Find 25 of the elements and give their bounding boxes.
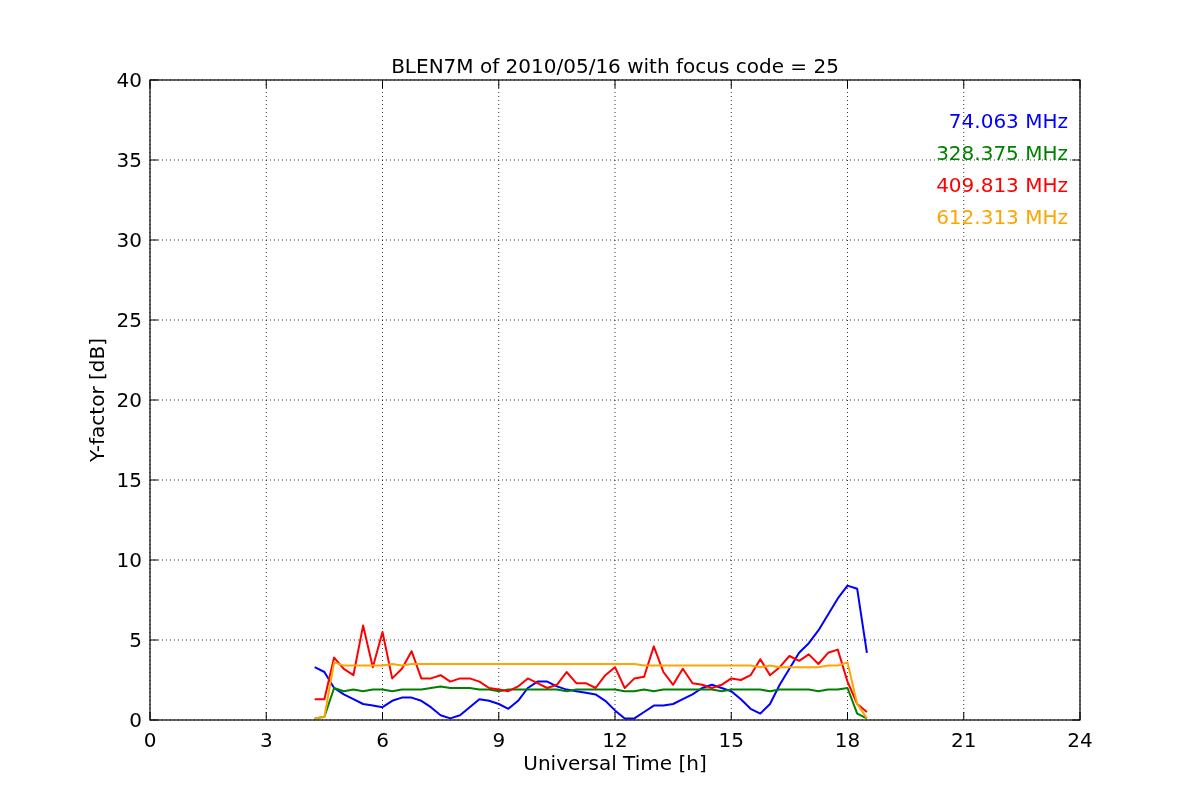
- tick-label: 0: [129, 708, 142, 732]
- tick-label: 30: [116, 228, 142, 252]
- tick-label: 35: [116, 148, 142, 172]
- tick-label: 15: [718, 728, 744, 752]
- axis-title: Y-factor [dB]: [85, 338, 109, 462]
- legend-label: 328.375 MHz: [936, 141, 1068, 165]
- legend-label: 612.313 MHz: [936, 205, 1068, 229]
- tick-label: 5: [129, 628, 142, 652]
- legend-label: 409.813 MHz: [936, 173, 1068, 197]
- tick-label: 0: [143, 728, 157, 752]
- tick-label: 21: [951, 728, 977, 752]
- tick-label: 6: [376, 728, 389, 752]
- tick-label: 10: [116, 548, 142, 572]
- tick-label: 40: [116, 68, 142, 92]
- tick-label: 9: [492, 728, 506, 752]
- tick-label: 25: [116, 308, 142, 332]
- tick-label: 12: [602, 728, 628, 752]
- tick-label: 24: [1067, 728, 1093, 752]
- chart-title: BLEN7M of 2010/05/16 with focus code = 25: [391, 54, 839, 78]
- tick-label: 20: [116, 388, 142, 412]
- tick-label: 18: [834, 728, 861, 752]
- tick-label: 15: [116, 468, 142, 492]
- axis-title: Universal Time [h]: [523, 751, 707, 775]
- tick-label: 3: [259, 728, 273, 752]
- legend-label: 74.063 MHz: [948, 109, 1068, 133]
